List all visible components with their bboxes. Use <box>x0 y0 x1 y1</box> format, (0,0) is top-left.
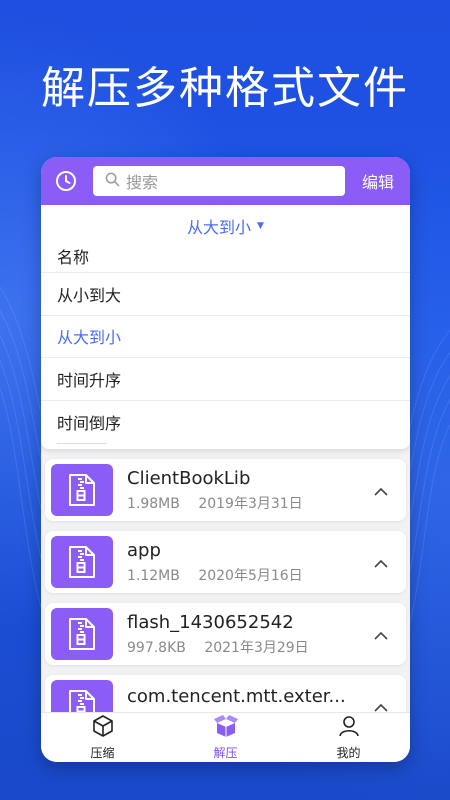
tab-compress[interactable]: 压缩 <box>41 713 164 762</box>
search-icon <box>105 172 120 191</box>
file-item[interactable]: flash_1430652542 997.8KB 2021年3月29日 <box>45 603 406 665</box>
file-item[interactable]: app 1.12MB 2020年5月16日 <box>45 531 406 593</box>
sort-option-size-desc[interactable]: 从大到小 <box>41 316 410 358</box>
tab-label: 我的 <box>336 746 361 760</box>
divider <box>41 443 410 449</box>
zip-file-icon <box>51 464 113 516</box>
edit-button[interactable]: 编辑 <box>362 169 400 193</box>
sort-option-time-desc[interactable]: 时间倒序 <box>41 401 410 444</box>
clock-icon[interactable] <box>53 168 79 194</box>
sort-option-name[interactable]: 名称 <box>41 239 410 273</box>
chevron-up-icon[interactable] <box>374 625 388 644</box>
tab-extract[interactable]: 解压 <box>164 713 287 762</box>
sort-dropdown: 从大到小 ▼ 名称 从小到大 从大到小 时间升序 时间倒序 <box>41 205 410 449</box>
file-date: 2019年3月31日 <box>198 495 303 512</box>
zip-file-icon <box>51 536 113 588</box>
sort-option-time-asc[interactable]: 时间升序 <box>41 358 410 401</box>
file-name: ClientBookLib <box>127 467 251 489</box>
file-size: 997.8KB <box>127 639 186 656</box>
tab-profile[interactable]: 我的 <box>287 713 410 762</box>
bottom-tab-bar: 压缩 解压 我的 <box>41 712 410 762</box>
top-bar: 搜索 编辑 <box>41 157 410 205</box>
search-placeholder: 搜索 <box>126 173 159 192</box>
headline: 解压多种格式文件 <box>41 63 409 114</box>
file-date: 2020年5月16日 <box>198 567 303 584</box>
tab-label: 解压 <box>213 746 238 760</box>
file-item[interactable]: ClientBookLib 1.98MB 2019年3月31日 <box>45 459 406 521</box>
cube-icon <box>91 714 115 742</box>
chevron-up-icon[interactable] <box>374 481 388 500</box>
sort-option-size-asc[interactable]: 从小到大 <box>41 273 410 316</box>
file-name: flash_1430652542 <box>127 611 294 633</box>
file-date: 2021年3月29日 <box>204 639 309 656</box>
sort-current-label: 从大到小 <box>187 218 252 237</box>
search-input[interactable]: 搜索 <box>93 166 345 196</box>
tab-label: 压缩 <box>90 746 115 760</box>
zip-file-icon <box>51 608 113 660</box>
chevron-up-icon[interactable] <box>374 553 388 572</box>
file-name: com.tencent.mtt.exter... <box>127 685 346 707</box>
open-box-icon <box>213 714 239 742</box>
file-list: ClientBookLib 1.98MB 2019年3月31日 app 1.12… <box>41 449 410 737</box>
app-screen: 搜索 编辑 从大到小 ▼ 名称 从小到大 从大到小 时间升序 时间倒序 Clie… <box>41 157 410 762</box>
file-size: 1.12MB <box>127 567 180 584</box>
file-name: app <box>127 539 161 561</box>
caret-down-icon: ▼ <box>257 221 264 231</box>
person-icon <box>337 714 361 742</box>
file-size: 1.98MB <box>127 495 180 512</box>
